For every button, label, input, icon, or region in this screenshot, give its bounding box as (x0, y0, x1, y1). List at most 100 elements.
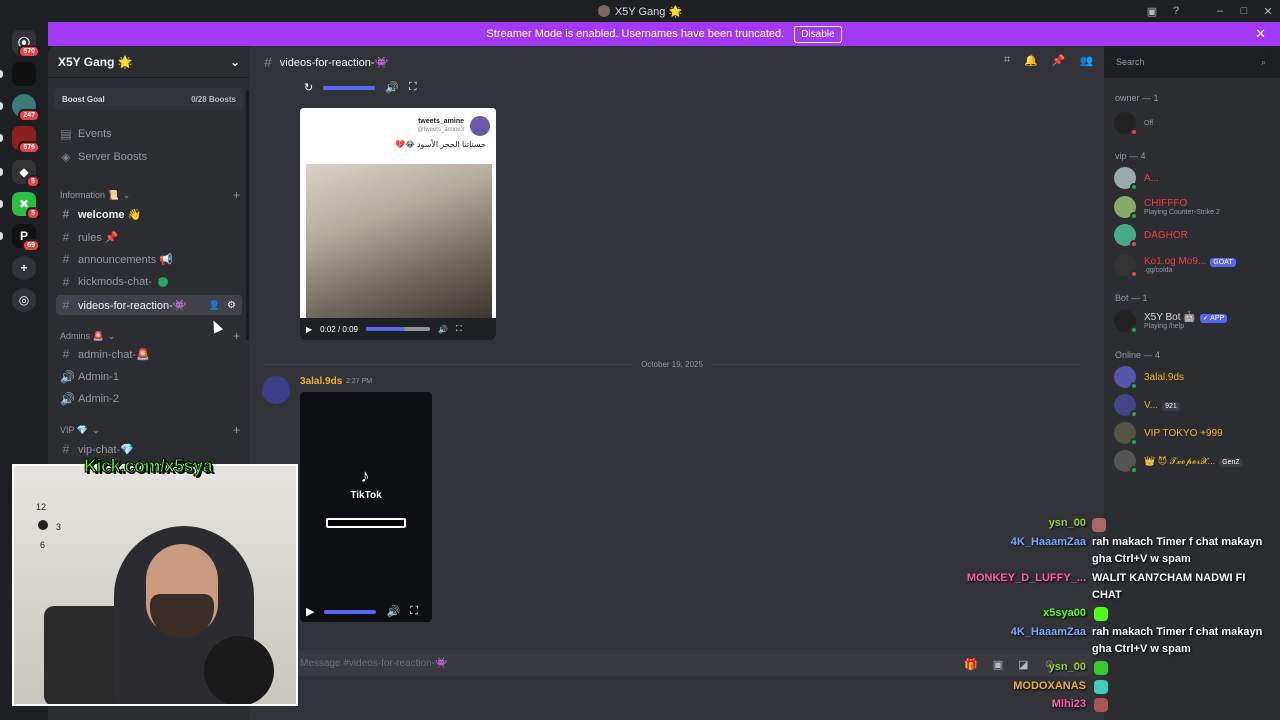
add-channel-icon[interactable]: + (233, 423, 240, 437)
server-icon[interactable] (12, 62, 36, 86)
message-author[interactable]: 3alal.9ds (300, 376, 342, 387)
add-channel-icon[interactable]: + (233, 329, 240, 343)
explore-button[interactable]: ◎ (12, 288, 36, 312)
threads-icon[interactable]: ⌗ (1004, 54, 1010, 67)
member-name-text: V... (1144, 399, 1159, 411)
gear-icon[interactable]: ⚙ (227, 300, 236, 311)
volume-icon[interactable]: 🔊 (386, 605, 400, 618)
member-activity: Playing Counter-Strike 2 (1144, 209, 1220, 216)
channel-label: admin-chat-🚨 (78, 348, 150, 361)
stream-chat-username: ysn_00 (1048, 517, 1086, 529)
replay-icon[interactable]: ↻ (304, 81, 313, 94)
category-information[interactable]: Information 📜 ⌄ + (60, 188, 240, 202)
close-window-button[interactable]: ✕ (1256, 5, 1280, 18)
maximize-button[interactable]: □ (1232, 5, 1256, 17)
member-row[interactable]: Off (1114, 112, 1274, 136)
avatar (1114, 366, 1138, 390)
add-server-button[interactable]: + (12, 256, 36, 280)
fullscreen-icon[interactable]: ⛶ (410, 605, 418, 618)
sticker-icon[interactable]: ◪ (1018, 658, 1028, 671)
seek-bar[interactable] (365, 327, 430, 331)
sidebar-scrollbar[interactable] (246, 90, 249, 340)
header-toolbar: ⌗ 🔔 📌 👥 (1004, 54, 1093, 67)
member-row[interactable]: V... 921 (1114, 394, 1274, 418)
add-channel-icon[interactable]: + (233, 188, 240, 202)
channel-kickmods-chat[interactable]: # kickmods-chat- (56, 272, 242, 292)
banner-text: Streamer Mode is enabled. Usernames have… (486, 28, 785, 40)
channel-videos-for-reaction[interactable]: # videos-for-reaction-👾 👤 ⚙ (56, 295, 242, 315)
stream-chat-username: MODOXANAS (1013, 680, 1086, 692)
emote-icon (1094, 661, 1108, 675)
disable-button[interactable]: Disable (794, 25, 842, 43)
boost-goal-bar[interactable]: Boost Goal 0/28 Boosts (54, 88, 244, 110)
member-name: X5Y Bot 🤖 ✓ APP (1144, 312, 1228, 323)
member-name: A... (1144, 172, 1160, 184)
gif-icon[interactable]: ▣ (993, 658, 1003, 671)
video-embed[interactable]: tweets_amine @tweets_amine3 حسناتنا الحج… (300, 108, 496, 340)
stream-chat-username: Mlhi23 (1051, 698, 1086, 710)
avatar (1114, 254, 1138, 278)
server-header[interactable]: X5Y Gang 🌟 ⌄ (48, 46, 250, 78)
channel-admin-2[interactable]: 🔊 Admin-2 (56, 389, 242, 409)
member-name-text: 👑 😈 𝓣𝔁𝓸𝓹𝓮𝓻𝓧... (1144, 455, 1216, 466)
sidebar-item-events[interactable]: ▤ Events (56, 124, 242, 144)
channel-admin-chat[interactable]: # admin-chat-🚨 (56, 344, 242, 364)
member-row[interactable]: X5Y Bot 🤖 ✓ APP Playing /help (1114, 310, 1274, 334)
member-row[interactable]: 👑 😈 𝓣𝔁𝓸𝓹𝓮𝓻𝓧... GenZ (1114, 450, 1274, 474)
unread-badge: 576 (18, 141, 40, 154)
channel-label: rules 📌 (78, 231, 119, 244)
help-icon[interactable]: ? (1164, 5, 1188, 17)
member-name-text: X5Y Bot 🤖 (1144, 312, 1196, 323)
member-row[interactable]: 3alal.9ds (1114, 366, 1274, 390)
category-vip[interactable]: VIP 💎 ⌄ + (60, 423, 240, 437)
status-dnd-icon (1130, 128, 1138, 136)
member-name-text: Ko1.og Mo9... (1144, 256, 1207, 267)
bell-icon[interactable]: 🔔 (1024, 54, 1038, 67)
play-icon[interactable]: ▶ (306, 325, 312, 334)
volume-slider[interactable] (323, 85, 376, 90)
member-name: 👑 😈 𝓣𝔁𝓸𝓹𝓮𝓻𝓧... GenZ (1144, 456, 1243, 467)
members-icon[interactable]: 👥 (1080, 54, 1094, 67)
inbox-icon[interactable]: ▣ (1140, 5, 1164, 18)
channel-rules[interactable]: # rules 📌 (56, 227, 242, 247)
video-frame (306, 164, 492, 319)
search-input[interactable]: Search ⌕ (1110, 52, 1272, 72)
server-pill (0, 200, 3, 208)
close-banner-icon[interactable]: ✕ (1255, 26, 1266, 42)
tweet-name: tweets_amine (418, 118, 464, 125)
server-icon[interactable]: P 69 (12, 224, 40, 252)
channel-announcements[interactable]: # announcements 📢 (56, 249, 242, 269)
sidebar-item-label: Events (78, 128, 112, 140)
volume-slider[interactable] (324, 609, 377, 614)
video-embed[interactable]: ♪ TikTok (300, 392, 432, 622)
member-row[interactable]: VIP TOKYO +999 (1114, 422, 1274, 446)
server-icon[interactable]: ◆ 5 (12, 160, 40, 188)
fullscreen-icon[interactable]: ⛶ (409, 81, 417, 94)
invite-icon[interactable]: 👤 (209, 300, 220, 311)
hash-icon: # (62, 442, 70, 456)
minimize-button[interactable]: – (1208, 5, 1232, 17)
channel-admin-1[interactable]: 🔊 Admin-1 (56, 367, 242, 387)
member-row[interactable]: A... (1114, 167, 1274, 191)
play-icon[interactable]: ▶ (306, 605, 314, 618)
stream-chat-username: ysn_00 (1048, 661, 1086, 673)
server-icon[interactable]: 576 (12, 126, 40, 154)
member-row[interactable]: DAGHOR (1114, 224, 1274, 248)
webcam-overlay: 12 3 6 (12, 464, 298, 706)
avatar[interactable] (262, 376, 290, 404)
server-icon[interactable]: ✖ 5 (12, 192, 40, 220)
gift-icon[interactable]: 🎁 (964, 658, 978, 671)
emote-icon (1094, 607, 1108, 621)
volume-icon[interactable]: 🔊 (385, 81, 399, 94)
channel-welcome[interactable]: # welcome 👋 (56, 204, 242, 224)
sidebar-item-server-boosts[interactable]: ◈ Server Boosts (56, 147, 242, 167)
member-row[interactable]: Ko1.og Mo9... GOAT .gg/colda (1114, 254, 1274, 278)
member-name: V... 921 (1144, 400, 1180, 411)
server-icon[interactable]: 247 (12, 94, 40, 122)
member-row[interactable]: CHIFFFO Playing Counter-Strike 2 (1114, 196, 1274, 220)
volume-icon[interactable]: 🔊 (438, 325, 448, 334)
discord-home-button[interactable]: ⦿ 570 (12, 30, 40, 58)
fullscreen-icon[interactable]: ⛶ (456, 324, 462, 334)
pin-icon[interactable]: 📌 (1052, 54, 1066, 67)
stream-chat-message: rah makach Timer f chat makayn gha Ctrl+… (1092, 626, 1263, 655)
